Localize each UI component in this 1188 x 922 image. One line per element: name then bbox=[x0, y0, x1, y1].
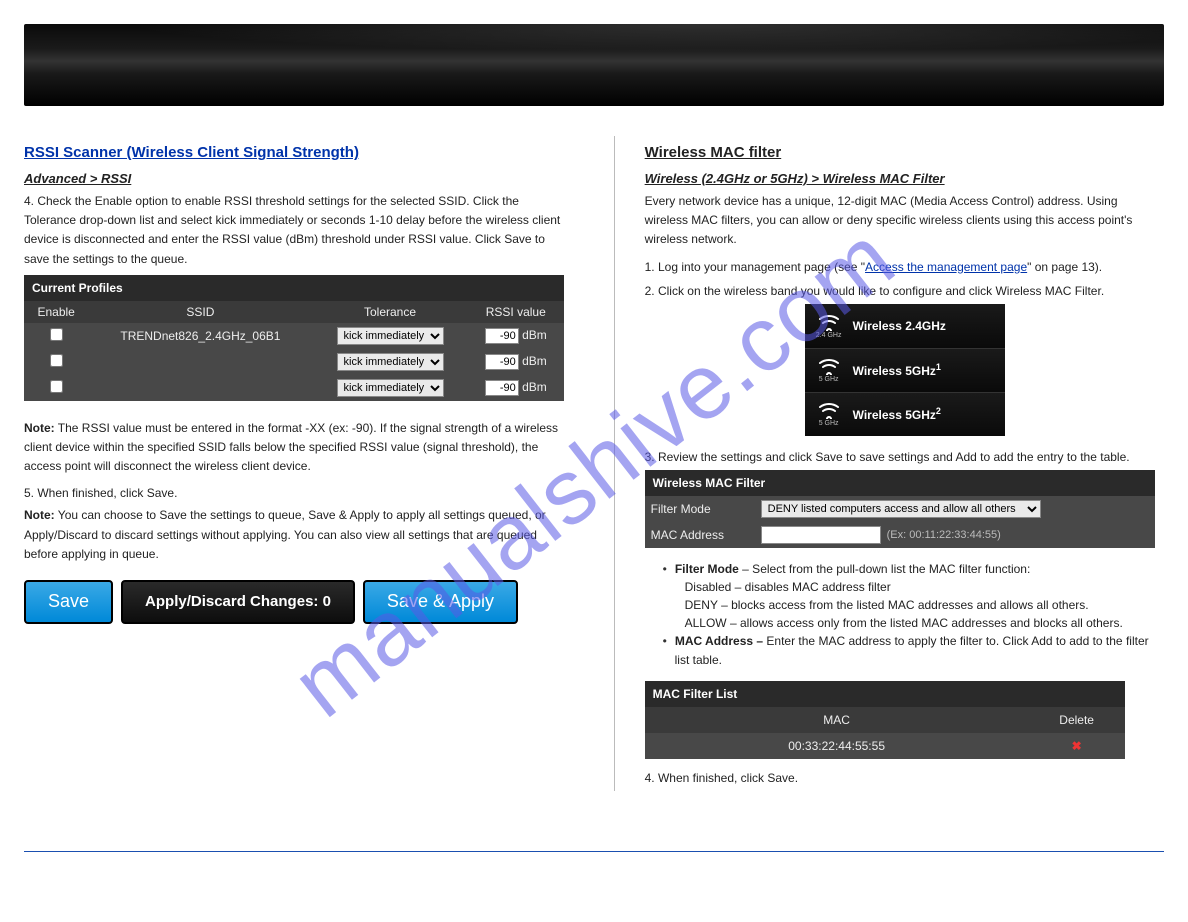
wifi-icon: 2.4 GHz bbox=[815, 313, 843, 339]
table-row: 00:33:22:44:55:55 ✖ bbox=[645, 733, 1125, 759]
band-item-24ghz[interactable]: 2.4 GHz Wireless 2.4GHz bbox=[805, 304, 1005, 348]
enable-checkbox[interactable] bbox=[50, 380, 63, 393]
tolerance-select[interactable]: kick immediately bbox=[337, 327, 444, 345]
step3: 3. Review the settings and click Save to… bbox=[645, 450, 1164, 464]
apply-discard-button[interactable]: Apply/Discard Changes: 0 bbox=[121, 580, 355, 624]
enable-checkbox[interactable] bbox=[50, 328, 63, 341]
filter-mode-select[interactable]: DENY listed computers access and allow a… bbox=[761, 500, 1041, 518]
mac-filter-title: Wireless MAC Filter bbox=[645, 470, 1155, 496]
current-profiles-table: Current Profiles Enable SSID Tolerance R… bbox=[24, 275, 564, 401]
bullet-allow: ALLOW – allows access only from the list… bbox=[685, 614, 1164, 632]
rssi-input[interactable] bbox=[485, 380, 519, 396]
step2: 2. Click on the wireless band you would … bbox=[645, 284, 1164, 298]
bullet-disable: Disabled – disables MAC address filter bbox=[685, 578, 1164, 596]
dbm-unit: dBm bbox=[522, 328, 547, 342]
col-enable: Enable bbox=[24, 301, 88, 323]
ssid-cell: TRENDnet826_2.4GHz_06B1 bbox=[88, 323, 312, 349]
mac-list-title: MAC Filter List bbox=[645, 681, 1125, 707]
note-rssi-format: Note: The RSSI value must be entered in … bbox=[24, 419, 564, 477]
profiles-title: Current Profiles bbox=[24, 275, 564, 301]
col-tolerance: Tolerance bbox=[313, 301, 468, 323]
col-ssid: SSID bbox=[88, 301, 312, 323]
table-row: kick immediately dBm bbox=[24, 349, 564, 375]
delete-button[interactable]: ✖ bbox=[1072, 739, 1082, 753]
banner bbox=[24, 24, 1164, 106]
mac-cell: 00:33:22:44:55:55 bbox=[645, 733, 1029, 759]
bullet-filter-mode: Filter Mode – Select from the pull-down … bbox=[663, 560, 1164, 579]
bullet-deny: DENY – blocks access from the listed MAC… bbox=[685, 596, 1164, 614]
step5: 5. When finished, click Save. bbox=[24, 486, 564, 500]
tolerance-select[interactable]: kick immediately bbox=[337, 353, 444, 371]
col-rssi: RSSI value bbox=[468, 301, 564, 323]
band-label: Wireless 5GHz1 bbox=[853, 362, 941, 378]
wifi-icon: 5 GHz bbox=[815, 401, 843, 427]
col-delete: Delete bbox=[1029, 707, 1125, 733]
step1: 1. Log into your management page (see "A… bbox=[645, 260, 1164, 274]
dbm-unit: dBm bbox=[522, 380, 547, 394]
footer-rule bbox=[24, 851, 1164, 852]
section-title-rssi: RSSI Scanner (Wireless Client Signal Str… bbox=[24, 144, 359, 161]
band-item-5ghz1[interactable]: 5 GHz Wireless 5GHz1 bbox=[805, 348, 1005, 392]
wireless-mac-filter-panel: Wireless MAC Filter Filter Mode DENY lis… bbox=[645, 470, 1155, 548]
band-item-5ghz2[interactable]: 5 GHz Wireless 5GHz2 bbox=[805, 392, 1005, 436]
band-label: Wireless 2.4GHz bbox=[853, 319, 946, 333]
mac-address-label: MAC Address bbox=[645, 522, 755, 548]
band-label: Wireless 5GHz2 bbox=[853, 406, 941, 422]
wifi-icon: 5 GHz bbox=[815, 357, 843, 383]
ssid-cell bbox=[88, 349, 312, 375]
wireless-band-nav: 2.4 GHz Wireless 2.4GHz 5 GHz Wireless 5… bbox=[805, 304, 1005, 436]
rssi-input[interactable] bbox=[485, 354, 519, 370]
save-button[interactable]: Save bbox=[24, 580, 113, 624]
filter-mode-label: Filter Mode bbox=[645, 496, 755, 522]
ssid-cell bbox=[88, 375, 312, 401]
col-mac: MAC bbox=[645, 707, 1029, 733]
left-column: RSSI Scanner (Wireless Client Signal Str… bbox=[24, 136, 574, 791]
intro-left: 4. Check the Enable option to enable RSS… bbox=[24, 192, 564, 269]
right-column: Wireless MAC filter Wireless (2.4GHz or … bbox=[614, 136, 1164, 791]
tolerance-select[interactable]: kick immediately bbox=[337, 379, 444, 397]
mac-filter-list-table: MAC Filter List MAC Delete 00:33:22:44:5… bbox=[645, 681, 1125, 759]
rssi-input[interactable] bbox=[485, 328, 519, 344]
section-title-macfilter: Wireless MAC filter bbox=[645, 144, 1164, 161]
mac-example: (Ex: 00:11:22:33:44:55) bbox=[887, 529, 1001, 541]
table-row: kick immediately dBm bbox=[24, 375, 564, 401]
button-row: Save Apply/Discard Changes: 0 Save & App… bbox=[24, 580, 564, 624]
dbm-unit: dBm bbox=[522, 354, 547, 368]
table-row: TRENDnet826_2.4GHz_06B1 kick immediately… bbox=[24, 323, 564, 349]
step4: 4. When finished, click Save. bbox=[645, 771, 1164, 785]
enable-checkbox[interactable] bbox=[50, 354, 63, 367]
breadcrumb-left: Advanced > RSSI bbox=[24, 171, 564, 186]
mac-address-input[interactable] bbox=[761, 526, 881, 544]
manage-page-link[interactable]: Access the management page bbox=[865, 260, 1027, 274]
bullet-mac-address: MAC Address – Enter the MAC address to a… bbox=[663, 632, 1164, 669]
breadcrumb-right: Wireless (2.4GHz or 5GHz) > Wireless MAC… bbox=[645, 171, 1164, 186]
save-apply-button[interactable]: Save & Apply bbox=[363, 580, 518, 624]
note-queue: Note: You can choose to Save the setting… bbox=[24, 506, 564, 564]
intro-right: Every network device has a unique, 12-di… bbox=[645, 192, 1164, 250]
